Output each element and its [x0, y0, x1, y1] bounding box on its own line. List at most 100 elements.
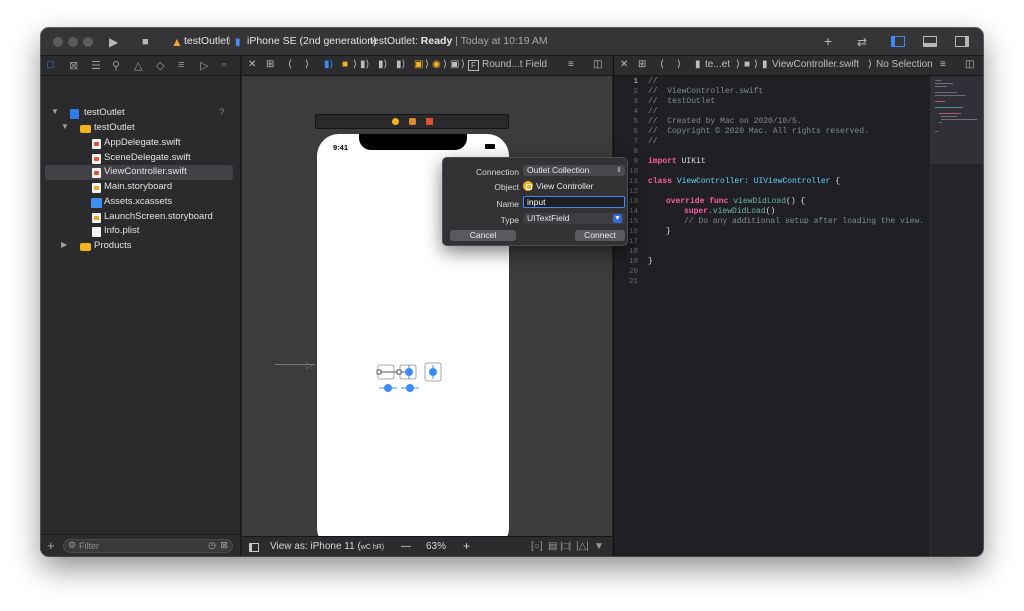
add-editor-icon[interactable]: ◫ [593, 59, 602, 70]
code-review-icon[interactable]: ⇄ [857, 34, 867, 50]
view-crumb-icon[interactable]: ▣ [450, 59, 459, 70]
debug-navigator-icon[interactable]: ≡ [178, 59, 184, 71]
tree-item-project[interactable]: ▼ testOutlet ? [41, 106, 239, 121]
code-jump-bar: ✕ ⊞ ⟨ ⟩ ▮ te...et ⟩ ■ ⟩ ▮ ViewController… [614, 56, 983, 76]
symbol-navigator-icon[interactable]: ☰ [91, 59, 101, 72]
forward-chevron-icon[interactable]: ⟩ [677, 59, 681, 70]
scene-crumb-icon-2[interactable]: ▣ [414, 59, 423, 70]
document-outline-icon[interactable]: ≡ [568, 59, 574, 70]
zoom-out-button[interactable]: — [401, 541, 411, 552]
scheme-name[interactable]: testOutlet [184, 35, 229, 47]
add-editor-icon[interactable]: ◫ [965, 59, 974, 70]
function-name: viewDidLoad [728, 197, 787, 206]
related-items-icon[interactable]: ⊞ [266, 59, 274, 70]
project-navigator-folder-icon[interactable]: □ [47, 59, 54, 71]
code-line: // [648, 137, 658, 146]
source-text[interactable]: // // ViewController.swift // testOutlet… [614, 76, 930, 556]
folder-crumb-icon[interactable]: ■ [744, 59, 750, 70]
add-constraints-icon[interactable]: |△| [576, 541, 589, 552]
minimize-window-button[interactable] [68, 37, 78, 47]
tree-item-main-storyboard[interactable]: Main.storyboard [41, 180, 239, 195]
recent-files-clock-icon[interactable]: ◷ [208, 540, 216, 551]
tree-item-appdelegate[interactable]: AppDelegate.swift [41, 136, 239, 151]
navigator-toggle-icon[interactable] [891, 36, 905, 47]
keyword: import [648, 157, 677, 166]
chevron-down-icon[interactable]: ▼ [51, 107, 59, 116]
related-items-icon[interactable]: ⊞ [638, 59, 646, 70]
destination-name[interactable]: iPhone SE (2nd generation) [247, 35, 377, 47]
connect-button[interactable]: Connect [575, 230, 625, 241]
selection-crumb[interactable]: No Selection [876, 59, 933, 70]
type-select[interactable]: UITextField ▼ [523, 213, 625, 224]
tree-item-infoplist[interactable]: Info.plist [41, 224, 239, 239]
tree-item-label: Main.storyboard [104, 181, 173, 192]
project-crumb[interactable]: te...et [705, 59, 730, 70]
back-chevron-icon[interactable]: ⟨ [660, 59, 664, 70]
chevron-down-icon: ▼ [613, 214, 622, 223]
scm-filter-icon[interactable]: ⊠ [220, 540, 228, 551]
swift-file-icon: ▮ [762, 59, 768, 70]
resolve-issues-icon[interactable]: ▼ [594, 541, 604, 552]
forward-chevron-icon[interactable]: ⟩ [305, 59, 309, 70]
view-controller-crumb-icon[interactable]: ◉ [432, 59, 441, 70]
library-plus-icon[interactable]: + [824, 33, 832, 49]
tree-item-assets[interactable]: Assets.xcassets [41, 195, 239, 210]
chevron-right-icon[interactable]: ▶ [61, 240, 67, 249]
scene-object-crumb-icon[interactable]: ▮⟩ [396, 59, 405, 70]
text-field-selection[interactable] [375, 360, 447, 394]
test-navigator-icon[interactable]: ◇ [156, 59, 164, 72]
document-outline-toggle-icon[interactable] [249, 543, 259, 552]
stop-icon[interactable]: ■ [142, 34, 149, 50]
debug-area-toggle-icon[interactable] [923, 36, 937, 47]
code-line: // [648, 107, 658, 116]
breakpoint-navigator-icon[interactable]: ▷ [200, 59, 208, 72]
tree-item-products[interactable]: ▶ Products [41, 239, 239, 254]
embed-in-stack-icon[interactable]: ▤ [548, 541, 557, 552]
text-field-crumb[interactable]: Round...t Field [482, 59, 547, 70]
tree-item-launchscreen[interactable]: LaunchScreen.storyboard [41, 210, 239, 225]
source-control-icon[interactable]: ⊠ [69, 59, 78, 72]
align-icon[interactable]: |□| [560, 541, 571, 552]
project-crumb-icon[interactable]: ▮⟩ [324, 59, 333, 70]
storyboard-canvas[interactable]: ▷ 9:41 [242, 76, 612, 550]
first-responder-dock-icon[interactable] [409, 118, 416, 125]
tree-item-viewcontroller[interactable]: ViewController.swift [45, 165, 233, 180]
chevron-down-icon[interactable]: ▼ [61, 122, 69, 131]
cancel-button[interactable]: Cancel [450, 230, 516, 241]
device-icon: ▮ [235, 37, 241, 48]
function-name: .viewDidLoad [708, 207, 766, 216]
crumb-separator-icon: ⟩ [461, 59, 465, 70]
zoom-level[interactable]: 63% [426, 541, 446, 552]
view-controller-dock-icon[interactable] [392, 118, 399, 125]
code-minimap[interactable] [930, 76, 983, 556]
exit-dock-icon[interactable] [426, 118, 433, 125]
report-navigator-icon[interactable]: ▫ [222, 59, 226, 71]
close-editor-icon[interactable]: ✕ [620, 59, 628, 70]
tree-item-group-testoutlet[interactable]: ▼ testOutlet [41, 121, 239, 136]
find-navigator-icon[interactable]: ⚲ [112, 59, 120, 72]
close-window-button[interactable] [53, 37, 63, 47]
crumb-separator-icon: ⟩ [443, 59, 447, 70]
code-options-icon[interactable]: ≡ [940, 59, 946, 70]
issue-navigator-icon[interactable]: △ [134, 59, 142, 72]
minimap-line [935, 107, 963, 108]
inspector-toggle-icon[interactable] [955, 36, 969, 47]
scene-crumb-icon[interactable]: ▮⟩ [378, 59, 387, 70]
connection-type-select[interactable]: Outlet Collection ⇕ [523, 165, 625, 176]
assistant-code-editor: ✕ ⊞ ⟨ ⟩ ▮ te...et ⟩ ■ ⟩ ▮ ViewController… [613, 56, 983, 556]
storyboard-crumb-icon[interactable]: ▮⟩ [360, 59, 369, 70]
brace: { [830, 177, 841, 186]
device-configuration-button[interactable]: View as: iPhone 11 (wC hR) [270, 541, 384, 552]
run-icon[interactable]: ▶ [109, 34, 118, 50]
outlet-name-input[interactable] [523, 196, 625, 208]
file-crumb[interactable]: ViewController.swift [772, 59, 859, 70]
folder-crumb-icon[interactable]: ■ [342, 59, 348, 70]
close-editor-icon[interactable]: ✕ [248, 59, 256, 70]
add-file-plus-icon[interactable]: + [47, 538, 55, 553]
zoom-window-button[interactable] [83, 37, 93, 47]
update-frames-icon[interactable]: [○] [531, 541, 543, 552]
back-chevron-icon[interactable]: ⟨ [288, 59, 292, 70]
tree-item-scenedelegate[interactable]: SceneDelegate.swift [41, 151, 239, 166]
zoom-in-button[interactable]: + [463, 539, 470, 553]
filter-input[interactable]: ⚙ Filter ◷ ⊠ [63, 539, 233, 553]
